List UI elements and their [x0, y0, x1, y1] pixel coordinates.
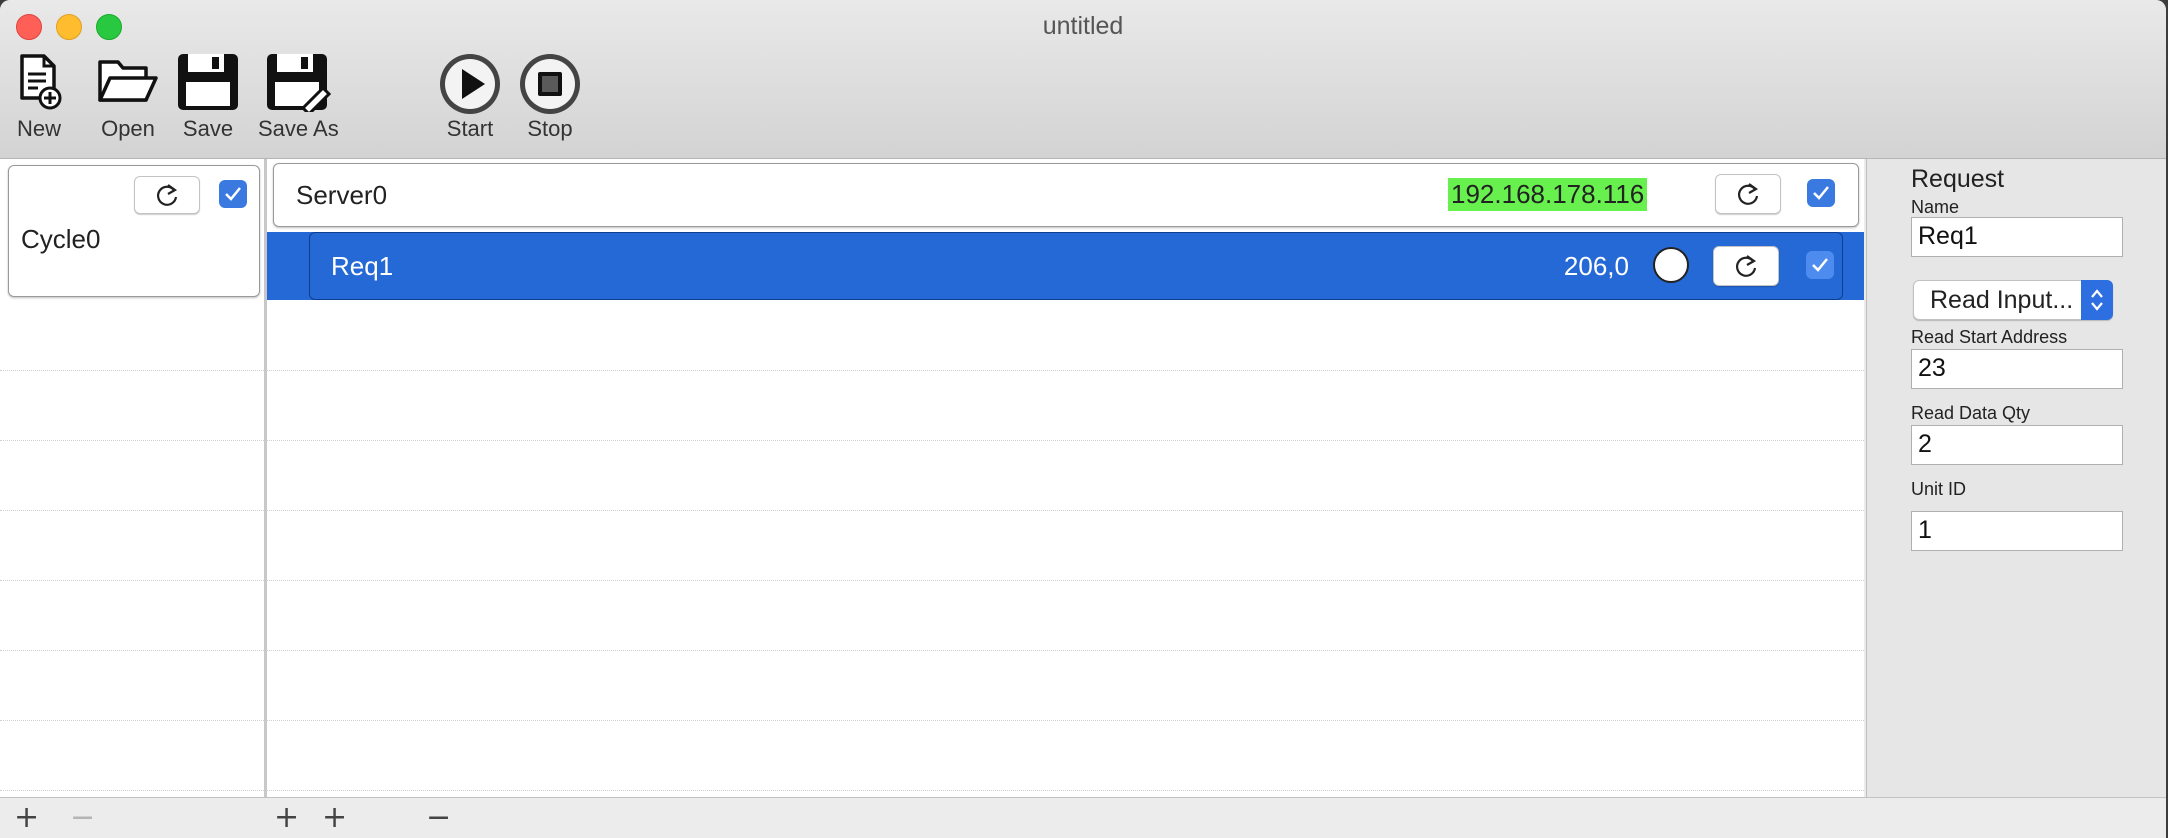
row-divider: [267, 440, 1864, 441]
checkmark-icon: [225, 187, 241, 201]
add-cycle-button[interactable]: +: [14, 800, 39, 835]
row-divider: [0, 580, 264, 581]
function-select[interactable]: Read Input...: [1913, 280, 2113, 320]
request-inspector: Request Name Req1 Read Input... Read Sta…: [1866, 159, 2166, 797]
minus-icon: −: [426, 800, 452, 835]
request-value: 206,0: [1563, 251, 1629, 281]
reload-icon: [1737, 183, 1759, 205]
save-as-button-label: Save As: [258, 116, 339, 141]
open-folder-icon: [98, 60, 158, 102]
row-divider: [267, 790, 1864, 791]
cycle-reload-button[interactable]: [134, 176, 200, 214]
add-server-button[interactable]: +: [274, 800, 299, 835]
row-divider: [0, 650, 264, 651]
plus-icon: +: [14, 800, 40, 835]
row-divider: [267, 580, 1864, 581]
checkmark-icon: [1813, 186, 1829, 200]
cycle-item[interactable]: Cycle0: [8, 165, 260, 297]
row-divider: [267, 370, 1864, 371]
request-status-indicator: [1653, 247, 1689, 283]
title-bar: untitled New Open Save Save As Start Sto…: [0, 0, 2166, 159]
reload-icon: [156, 184, 178, 206]
name-field[interactable]: Req1: [1911, 217, 2123, 257]
server-enabled-checkbox[interactable]: [1807, 179, 1835, 207]
remove-item-button[interactable]: −: [426, 800, 451, 835]
cycle-enabled-checkbox[interactable]: [219, 180, 247, 208]
unit-id-field[interactable]: 1: [1911, 511, 2123, 551]
plus-icon: +: [322, 800, 348, 835]
stop-button[interactable]: Stop: [518, 52, 582, 142]
save-button[interactable]: Save: [176, 52, 240, 142]
start-address-label: Read Start Address: [1911, 327, 2068, 347]
cycle-list[interactable]: Cycle0: [0, 159, 267, 797]
data-qty-field[interactable]: 2: [1911, 425, 2123, 465]
server-reload-button[interactable]: [1715, 174, 1781, 214]
server-item[interactable]: Server0 192.168.178.116: [273, 163, 1859, 227]
open-button-label: Open: [101, 116, 155, 141]
save-button-label: Save: [182, 116, 234, 141]
start-button[interactable]: Start: [438, 52, 502, 142]
unit-id-label: Unit ID: [1911, 479, 1967, 499]
row-divider: [267, 650, 1864, 651]
chevron-up-down-icon: [2081, 280, 2113, 320]
function-select-value: Read Input...: [1930, 286, 2074, 314]
stop-icon: [520, 54, 580, 114]
app-window: untitled New Open Save Save As Start Sto…: [0, 0, 2166, 838]
server-list[interactable]: Server0 192.168.178.116 Req1 206,0: [267, 159, 1864, 797]
server-name: Server0: [296, 180, 388, 210]
inspector-title: Request: [1911, 165, 2005, 193]
stop-button-label: Stop: [527, 116, 573, 141]
remove-cycle-button[interactable]: −: [70, 800, 95, 835]
plus-icon: +: [274, 800, 300, 835]
save-icon: [178, 54, 238, 110]
save-as-button[interactable]: Save As: [258, 52, 339, 142]
row-divider: [0, 720, 264, 721]
new-document-icon: [20, 54, 62, 110]
checkmark-icon: [1812, 258, 1828, 272]
window-title: untitled: [1042, 12, 1124, 40]
request-reload-button[interactable]: [1713, 246, 1779, 286]
row-divider: [0, 790, 264, 791]
row-divider: [0, 510, 264, 511]
minus-icon: −: [70, 800, 96, 835]
row-divider: [0, 440, 264, 441]
new-button[interactable]: New: [16, 52, 62, 142]
new-button-label: New: [16, 116, 61, 141]
row-divider: [267, 510, 1864, 511]
row-divider: [0, 370, 264, 371]
cycle-name: Cycle0: [21, 224, 101, 254]
start-button-label: Start: [446, 116, 494, 141]
add-request-button[interactable]: +: [322, 800, 347, 835]
name-label: Name: [1911, 197, 1960, 217]
start-icon: [440, 54, 500, 114]
request-enabled-checkbox[interactable]: [1806, 251, 1834, 279]
bottom-bar: + − + + −: [0, 797, 2166, 838]
data-qty-label: Read Data Qty: [1911, 403, 2031, 423]
save-as-icon: [267, 54, 332, 112]
server-ip: 192.168.178.116: [1448, 178, 1648, 211]
request-name: Req1: [331, 251, 394, 281]
row-divider: [267, 720, 1864, 721]
open-button[interactable]: Open: [96, 52, 160, 142]
reload-icon: [1735, 255, 1757, 277]
start-address-field[interactable]: 23: [1911, 349, 2123, 389]
